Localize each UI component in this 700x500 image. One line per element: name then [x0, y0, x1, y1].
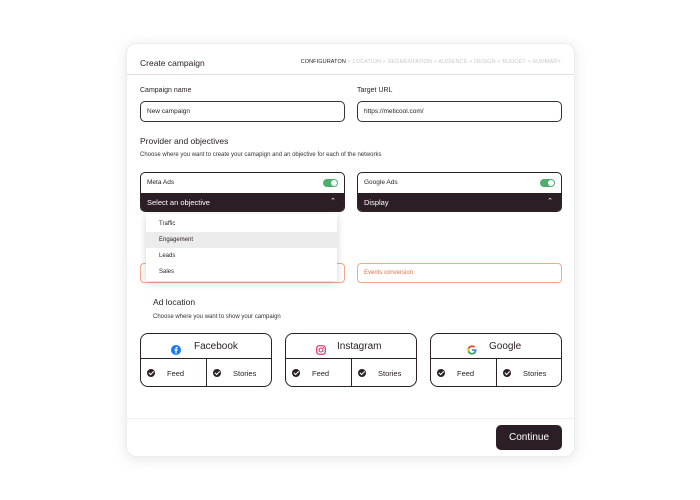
target-url-label: Target URL — [357, 87, 393, 94]
providers-title: Provider and objectives — [140, 136, 229, 146]
feed-label: Feed — [457, 369, 475, 378]
campaign-name-label: Campaign name — [140, 87, 192, 94]
header-divider — [127, 74, 574, 75]
page-title: Create campaign — [140, 58, 205, 68]
google-icon — [467, 342, 477, 360]
google-outcome-field[interactable]: Events conversion — [357, 263, 562, 283]
instagram-stories-option[interactable]: Stories — [352, 359, 416, 386]
instagram-feed-option[interactable]: Feed — [286, 359, 352, 386]
meta-objective-select[interactable]: Select an objective ⌃ — [141, 193, 344, 211]
card-header: Create campaign CONFIGURATON > LOCATION … — [127, 44, 574, 74]
google-stories-option[interactable]: Stories — [497, 359, 561, 386]
dropdown-option-leads[interactable]: Leads — [146, 248, 337, 264]
check-icon — [147, 369, 155, 377]
objective-dropdown: Traffic Engagement Leads Sales — [146, 214, 337, 281]
dropdown-option-traffic[interactable]: Traffic — [146, 216, 337, 232]
google-ads-toggle[interactable] — [540, 179, 555, 187]
network-card-instagram[interactable]: Instagram Feed Stories — [285, 333, 417, 387]
google-ads-header: Google Ads — [358, 173, 561, 193]
footer-divider — [127, 418, 574, 419]
chevron-up-icon: ⌃ — [330, 198, 336, 205]
check-icon — [503, 369, 511, 377]
instagram-icon — [316, 342, 326, 360]
stepper: CONFIGURATON > LOCATION > SEGMENTATION >… — [301, 59, 561, 65]
meta-ads-header: Meta Ads — [141, 173, 344, 193]
google-ads-provider: Google Ads Display ⌃ — [357, 172, 562, 212]
meta-ads-name: Meta Ads — [147, 179, 175, 186]
network-name: Google — [489, 341, 522, 352]
step-configuration[interactable]: CONFIGURATON — [301, 59, 346, 65]
stories-label: Stories — [523, 369, 547, 378]
target-url-input[interactable]: https://meticool.com/ — [357, 101, 562, 122]
ad-location-subtitle: Choose where you want to show your campa… — [153, 314, 281, 320]
ad-location-title: Ad location — [153, 297, 196, 307]
network-card-facebook[interactable]: Facebook Feed Stories — [140, 333, 272, 387]
network-header: Google — [431, 334, 561, 359]
google-objective-value: Display — [364, 198, 389, 207]
step-remaining: > LOCATION > SEGMENTATION > AUDIENCE > D… — [345, 59, 561, 65]
stories-label: Stories — [233, 369, 257, 378]
dropdown-option-sales[interactable]: Sales — [146, 264, 337, 280]
feed-label: Feed — [167, 369, 185, 378]
facebook-stories-option[interactable]: Stories — [207, 359, 271, 386]
stories-label: Stories — [378, 369, 402, 378]
facebook-feed-option[interactable]: Feed — [141, 359, 207, 386]
network-name: Instagram — [337, 341, 382, 352]
google-feed-option[interactable]: Feed — [431, 359, 497, 386]
network-header: Instagram — [286, 334, 416, 359]
campaign-name-input[interactable]: New campaign — [140, 101, 345, 122]
continue-button[interactable]: Continue — [496, 425, 562, 450]
check-icon — [437, 369, 445, 377]
network-header: Facebook — [141, 334, 271, 359]
google-objective-select[interactable]: Display ⌃ — [358, 193, 561, 211]
meta-ads-provider: Meta Ads Select an objective ⌃ — [140, 172, 345, 212]
check-icon — [358, 369, 366, 377]
facebook-icon — [171, 342, 181, 360]
dropdown-option-engagement[interactable]: Engagement — [146, 232, 337, 248]
feed-label: Feed — [312, 369, 330, 378]
check-icon — [292, 369, 300, 377]
network-name: Facebook — [194, 341, 238, 352]
providers-subtitle: Choose where you want to create your cam… — [140, 152, 382, 158]
meta-objective-value: Select an objective — [147, 198, 210, 207]
chevron-up-icon: ⌃ — [547, 198, 553, 205]
meta-ads-toggle[interactable] — [323, 179, 338, 187]
network-card-google[interactable]: Google Feed Stories — [430, 333, 562, 387]
check-icon — [213, 369, 221, 377]
google-ads-name: Google Ads — [364, 179, 398, 186]
